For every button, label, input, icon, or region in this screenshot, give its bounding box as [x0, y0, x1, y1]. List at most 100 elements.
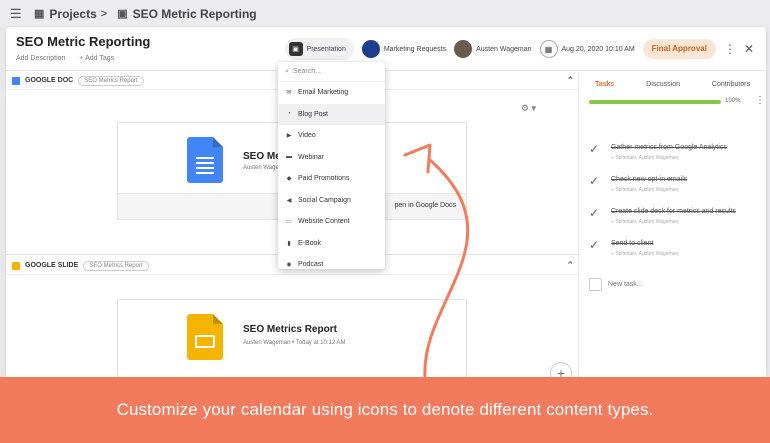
option-label: Video [298, 132, 316, 140]
task-item[interactable]: ✓ Gather metrics from Google Analytics +… [589, 142, 759, 170]
tag-icon: ◆ [286, 176, 292, 183]
presentation-icon: ▣ [117, 8, 128, 20]
progress-label: 100% [725, 98, 741, 104]
file-preview[interactable]: SEO Metrics Report Austen Wageman • Toda… [117, 299, 467, 379]
task-meta: + Schedule, Austen Wageman [611, 187, 679, 193]
team-avatar [361, 40, 380, 58]
dropdown-item-video[interactable]: ▶ Video [278, 125, 385, 147]
breadcrumb-separator-icon: > [100, 7, 108, 20]
task-checkbox[interactable] [589, 278, 602, 291]
gear-icon[interactable]: ⚙ ▾ [521, 103, 536, 114]
caption-banner: Customize your calendar using icons to d… [0, 377, 770, 443]
dropdown-item-paid-promotions[interactable]: ◆ Paid Promotions [278, 168, 385, 190]
file-name: SEO Metrics Report [243, 324, 337, 335]
due-date-selector[interactable]: ▦ Aug 20, 2020 10:10 AM [539, 38, 635, 60]
project-card: SEO Metric Reporting Add Description + A… [6, 27, 766, 397]
content-type-dropdown: ⌕ Search... ✉ Email Marketing ◔ Blog Post … [278, 62, 385, 269]
breadcrumb-projects[interactable]: Projects [49, 7, 96, 21]
option-label: Paid Promotions [298, 175, 350, 183]
task-item[interactable]: ✓ Send to client + Schedule, Austen Wage… [589, 238, 759, 266]
caption-text: Customize your calendar using icons to d… [116, 400, 654, 419]
dropdown-search-input[interactable]: ⌕ Search... [278, 62, 385, 82]
video-icon: ▶ [286, 133, 292, 140]
option-label: Podcast [298, 261, 324, 269]
team-selector[interactable]: Marketing Requests [361, 38, 447, 60]
dropdown-item-e-book[interactable]: ▮ E-Book [278, 233, 385, 255]
panel-tabs: Tasks Discussion Contributors [579, 72, 766, 96]
dropdown-item-webinar[interactable]: ▬ Webinar [278, 147, 385, 169]
top-bar: ☰ ▦ Projects > ▣ SEO Metric Reporting ? … [0, 0, 770, 370]
calendar-icon: ▦ [539, 40, 558, 58]
new-task-placeholder: New task... [608, 281, 643, 288]
task-text: Check new opt-in emails [611, 176, 688, 183]
projects-icon: ▦ [34, 8, 45, 20]
new-task-input[interactable]: New task... [589, 278, 643, 291]
checkmark-icon[interactable]: ✓ [589, 238, 599, 252]
task-text: Send to client [611, 240, 654, 247]
progress-bar [589, 100, 721, 104]
section-label: GOOGLE DOC [25, 77, 74, 84]
open-in-google-docs-link[interactable]: pen in Google Docs [395, 202, 456, 209]
task-text: Gather metrics from Google Analytics [611, 144, 727, 151]
add-description-link[interactable]: Add Description [16, 55, 65, 62]
dropdown-item-social-campaign[interactable]: ◀ Social Campaign [278, 190, 385, 212]
breadcrumb: ▦ Projects > ▣ SEO Metric Reporting [28, 7, 257, 21]
dropdown-item-blog-post[interactable]: ◔ Blog Post [278, 103, 385, 125]
section-tag[interactable]: SEO Metrics Report [83, 260, 149, 271]
breadcrumb-current: SEO Metric Reporting [132, 6, 257, 21]
option-label: E-Book [298, 239, 321, 247]
assignee-label: Austen Wageman [476, 45, 532, 53]
checkmark-icon[interactable]: ✓ [589, 174, 599, 188]
add-tags-link[interactable]: + Add Tags [79, 55, 114, 62]
dropdown-item-email-marketing[interactable]: ✉ Email Marketing [278, 82, 385, 104]
dropdown-item-website-content[interactable]: ▭ Website Content [278, 211, 385, 233]
presentation-icon: ▣ [288, 42, 303, 56]
option-label: Email Marketing [298, 89, 349, 97]
tab-contributors[interactable]: Contributors [712, 81, 750, 88]
side-panel: Tasks Discussion Contributors 100% ⋮ ✓ G… [578, 72, 766, 397]
content-type-label: Presentation [306, 45, 346, 53]
due-date-label: Aug 20, 2020 10:10 AM [561, 45, 635, 53]
chevron-up-icon[interactable]: ⌃ [566, 260, 574, 271]
status-badge[interactable]: Final Approval [642, 39, 716, 59]
close-icon[interactable]: ✕ [744, 42, 754, 56]
chevron-up-icon[interactable]: ⌃ [566, 75, 574, 86]
task-item[interactable]: ✓ Create slide deck for metrics and resu… [589, 206, 759, 234]
file-meta: Austen Wageman • Today at 10:12 AM [243, 340, 346, 346]
checkmark-icon[interactable]: ✓ [589, 142, 599, 156]
google-doc-file-icon [187, 137, 223, 183]
avatar [454, 40, 473, 58]
checkmark-icon[interactable]: ✓ [589, 206, 599, 220]
dropdown-item-podcast[interactable]: ◉ Podcast [278, 254, 385, 269]
task-meta: + Schedule, Austen Wageman [611, 251, 679, 257]
google-slide-section: GOOGLE SLIDE SEO Metrics Report ⌃ SEO Me… [6, 257, 578, 397]
section-tag[interactable]: SEO Metrics Report [78, 75, 144, 86]
email-icon: ✉ [286, 90, 292, 97]
tab-tasks[interactable]: Tasks [595, 81, 614, 88]
more-options-icon[interactable]: ⋮ [724, 42, 736, 56]
podcast-icon: ◉ [286, 262, 292, 269]
page-title: SEO Metric Reporting [16, 34, 151, 49]
hamburger-menu-icon[interactable]: ☰ [10, 6, 28, 22]
google-slide-icon [12, 261, 20, 270]
section-label: GOOGLE SLIDE [25, 262, 79, 269]
tab-discussion[interactable]: Discussion [646, 81, 680, 88]
webinar-icon: ▬ [286, 154, 292, 161]
megaphone-icon: ◀ [286, 197, 292, 204]
content-type-selector[interactable]: ▣ Presentation [284, 38, 354, 60]
rss-icon: ◔ [287, 111, 291, 118]
option-label: Social Campaign [298, 196, 351, 204]
task-text: Create slide deck for metrics and result… [611, 208, 736, 215]
task-meta: + Schedule, Austen Wageman [611, 219, 679, 225]
task-meta: + Schedule, Austen Wageman [611, 155, 679, 161]
option-label: Blog Post [298, 110, 328, 118]
option-label: Webinar [298, 153, 324, 161]
assignee-selector[interactable]: Austen Wageman [454, 38, 532, 60]
task-item[interactable]: ✓ Check new opt-in emails + Schedule, Au… [589, 174, 759, 202]
card-header: SEO Metric Reporting Add Description + A… [6, 27, 766, 71]
more-options-icon[interactable]: ⋮ [755, 95, 765, 106]
google-doc-icon [12, 76, 20, 85]
team-label: Marketing Requests [383, 45, 447, 53]
search-placeholder: Search... [292, 68, 321, 75]
monitor-icon: ▭ [286, 219, 292, 226]
